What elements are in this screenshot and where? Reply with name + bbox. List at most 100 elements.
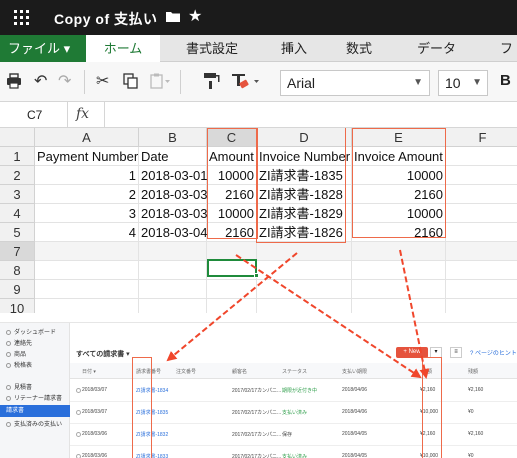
row-checkbox[interactable] [76,388,81,393]
row-header-9[interactable]: 9 [0,280,35,299]
copy-icon[interactable] [123,73,139,89]
row-header-8[interactable]: 8 [0,261,35,280]
row-header-1[interactable]: 1 [0,147,35,166]
cell-f9[interactable] [446,280,517,299]
clear-format-icon[interactable] [231,73,261,89]
tab-file[interactable]: ファイル ▾ [0,35,86,62]
sidebar-item[interactable]: 商品 [6,349,26,358]
sidebar-item[interactable]: 税格表 [6,360,32,369]
cell-b2[interactable]: 2018-03-01 [139,166,208,185]
invoice-date: 2018/03/07 [82,387,108,393]
row-header-5[interactable]: 5 [0,223,35,242]
cell-e10[interactable] [352,299,446,313]
sidebar-item[interactable]: 連絡先 [6,338,32,347]
cell-e9[interactable] [352,280,446,299]
row-header-4[interactable]: 4 [0,204,35,223]
sidebar-item[interactable]: リテーナー請求書 [6,393,62,402]
cell-d9[interactable] [257,280,352,299]
cell-f1[interactable] [446,147,517,166]
cell-a9[interactable] [35,280,139,299]
column-header[interactable]: 顧客名 [232,368,247,375]
row-checkbox[interactable] [76,454,81,458]
row-header-3[interactable]: 3 [0,185,35,204]
format-painter-icon[interactable] [203,72,221,90]
tab-more[interactable]: フォ [500,35,517,83]
cell-f4[interactable] [446,204,517,223]
cell-a3[interactable]: 2 [35,185,139,204]
help-link[interactable]: ? ページのヒント [470,348,517,357]
column-header-f[interactable]: F [446,128,517,147]
fx-icon[interactable]: fx [76,106,89,122]
cell-d7[interactable] [257,242,352,261]
tab-formulas[interactable]: 数式 [346,35,372,62]
invoice-list-title[interactable]: すべての請求書 ▾ [76,349,130,359]
cell-a4[interactable]: 3 [35,204,139,223]
cell-e7[interactable] [352,242,446,261]
paste-icon[interactable] [150,73,170,89]
cell-f2[interactable] [446,166,517,185]
cell-c10[interactable] [207,299,257,313]
redo-icon[interactable]: ↷ [58,73,71,91]
formula-bar: C7 fx [0,102,517,128]
cell-e8[interactable] [352,261,446,280]
cell-d10[interactable] [257,299,352,313]
column-header[interactable]: 支払い期限 [342,368,367,375]
column-header-a[interactable]: A [35,128,139,147]
cell-f7[interactable] [446,242,517,261]
cell-c9[interactable] [207,280,257,299]
apps-grid-icon[interactable] [14,10,29,25]
sidebar-item[interactable]: 支払済みの支払い [6,419,62,428]
font-family-select[interactable]: Arial ▼ [280,70,430,96]
cell-b9[interactable] [139,280,207,299]
cell-reference-box[interactable]: C7 [0,102,68,128]
cell-f8[interactable] [446,261,517,280]
cell-b5[interactable]: 2018-03-04 [139,223,208,242]
selected-cell-c7[interactable] [207,259,257,277]
column-header[interactable]: ステータス [282,368,307,375]
cell-b8[interactable] [139,261,207,280]
cell-d8[interactable] [257,261,352,280]
cell-b10[interactable] [139,299,207,313]
row-header-10[interactable]: 10 [0,299,35,313]
cell-a1[interactable]: Payment Number [35,147,139,166]
sidebar-item[interactable]: 請求書 [0,405,70,417]
select-all-corner[interactable] [0,128,35,147]
folder-icon[interactable] [166,11,180,22]
cell-b4[interactable]: 2018-03-03 [139,204,208,223]
cell-b1[interactable]: Date [139,147,207,166]
cell-b7[interactable] [139,242,207,261]
cell-a10[interactable] [35,299,139,313]
row-header-2[interactable]: 2 [0,166,35,185]
undo-icon[interactable]: ↶ [34,73,47,91]
cell-f10[interactable] [446,299,517,313]
tab-data[interactable]: データ [417,35,456,62]
font-size-select[interactable]: 10 ▼ [438,70,488,96]
fill-handle[interactable] [254,273,259,278]
row-header-7[interactable]: 7 [0,242,35,261]
cell-f5[interactable] [446,223,517,242]
tab-home[interactable]: ホーム [86,35,160,63]
cell-a5[interactable]: 4 [35,223,139,242]
star-icon[interactable]: ★ [188,6,202,26]
row-checkbox[interactable] [76,410,81,415]
cell-b3[interactable]: 2018-03-03 [139,185,208,204]
cell-a2[interactable]: 1 [35,166,139,185]
column-header[interactable]: 日付 ▾ [82,368,96,375]
column-header[interactable]: 注文番号 [176,368,196,375]
sidebar-item[interactable]: 見積書 [6,382,32,391]
print-icon[interactable] [6,73,22,89]
sidebar-item[interactable]: ダッシュボード [6,327,56,336]
bold-button[interactable]: B [500,72,511,89]
cell-a7[interactable] [35,242,139,261]
menu-icon[interactable]: ≡ [450,347,462,358]
row-checkbox[interactable] [76,432,81,437]
spreadsheet-grid[interactable]: A B C D E F 1 2 3 4 5 7 8 9 10 Payment Number Date Amount… [0,128,517,313]
document-title[interactable]: Copy of 支払い [54,9,158,29]
tab-insert[interactable]: 挿入 [281,35,307,62]
column-header[interactable]: 残額 [468,368,478,375]
column-header-b[interactable]: B [139,128,207,147]
tab-format[interactable]: 書式設定 [186,35,238,62]
cell-a8[interactable] [35,261,139,280]
cell-f3[interactable] [446,185,517,204]
cut-icon[interactable]: ✂ [96,73,109,91]
